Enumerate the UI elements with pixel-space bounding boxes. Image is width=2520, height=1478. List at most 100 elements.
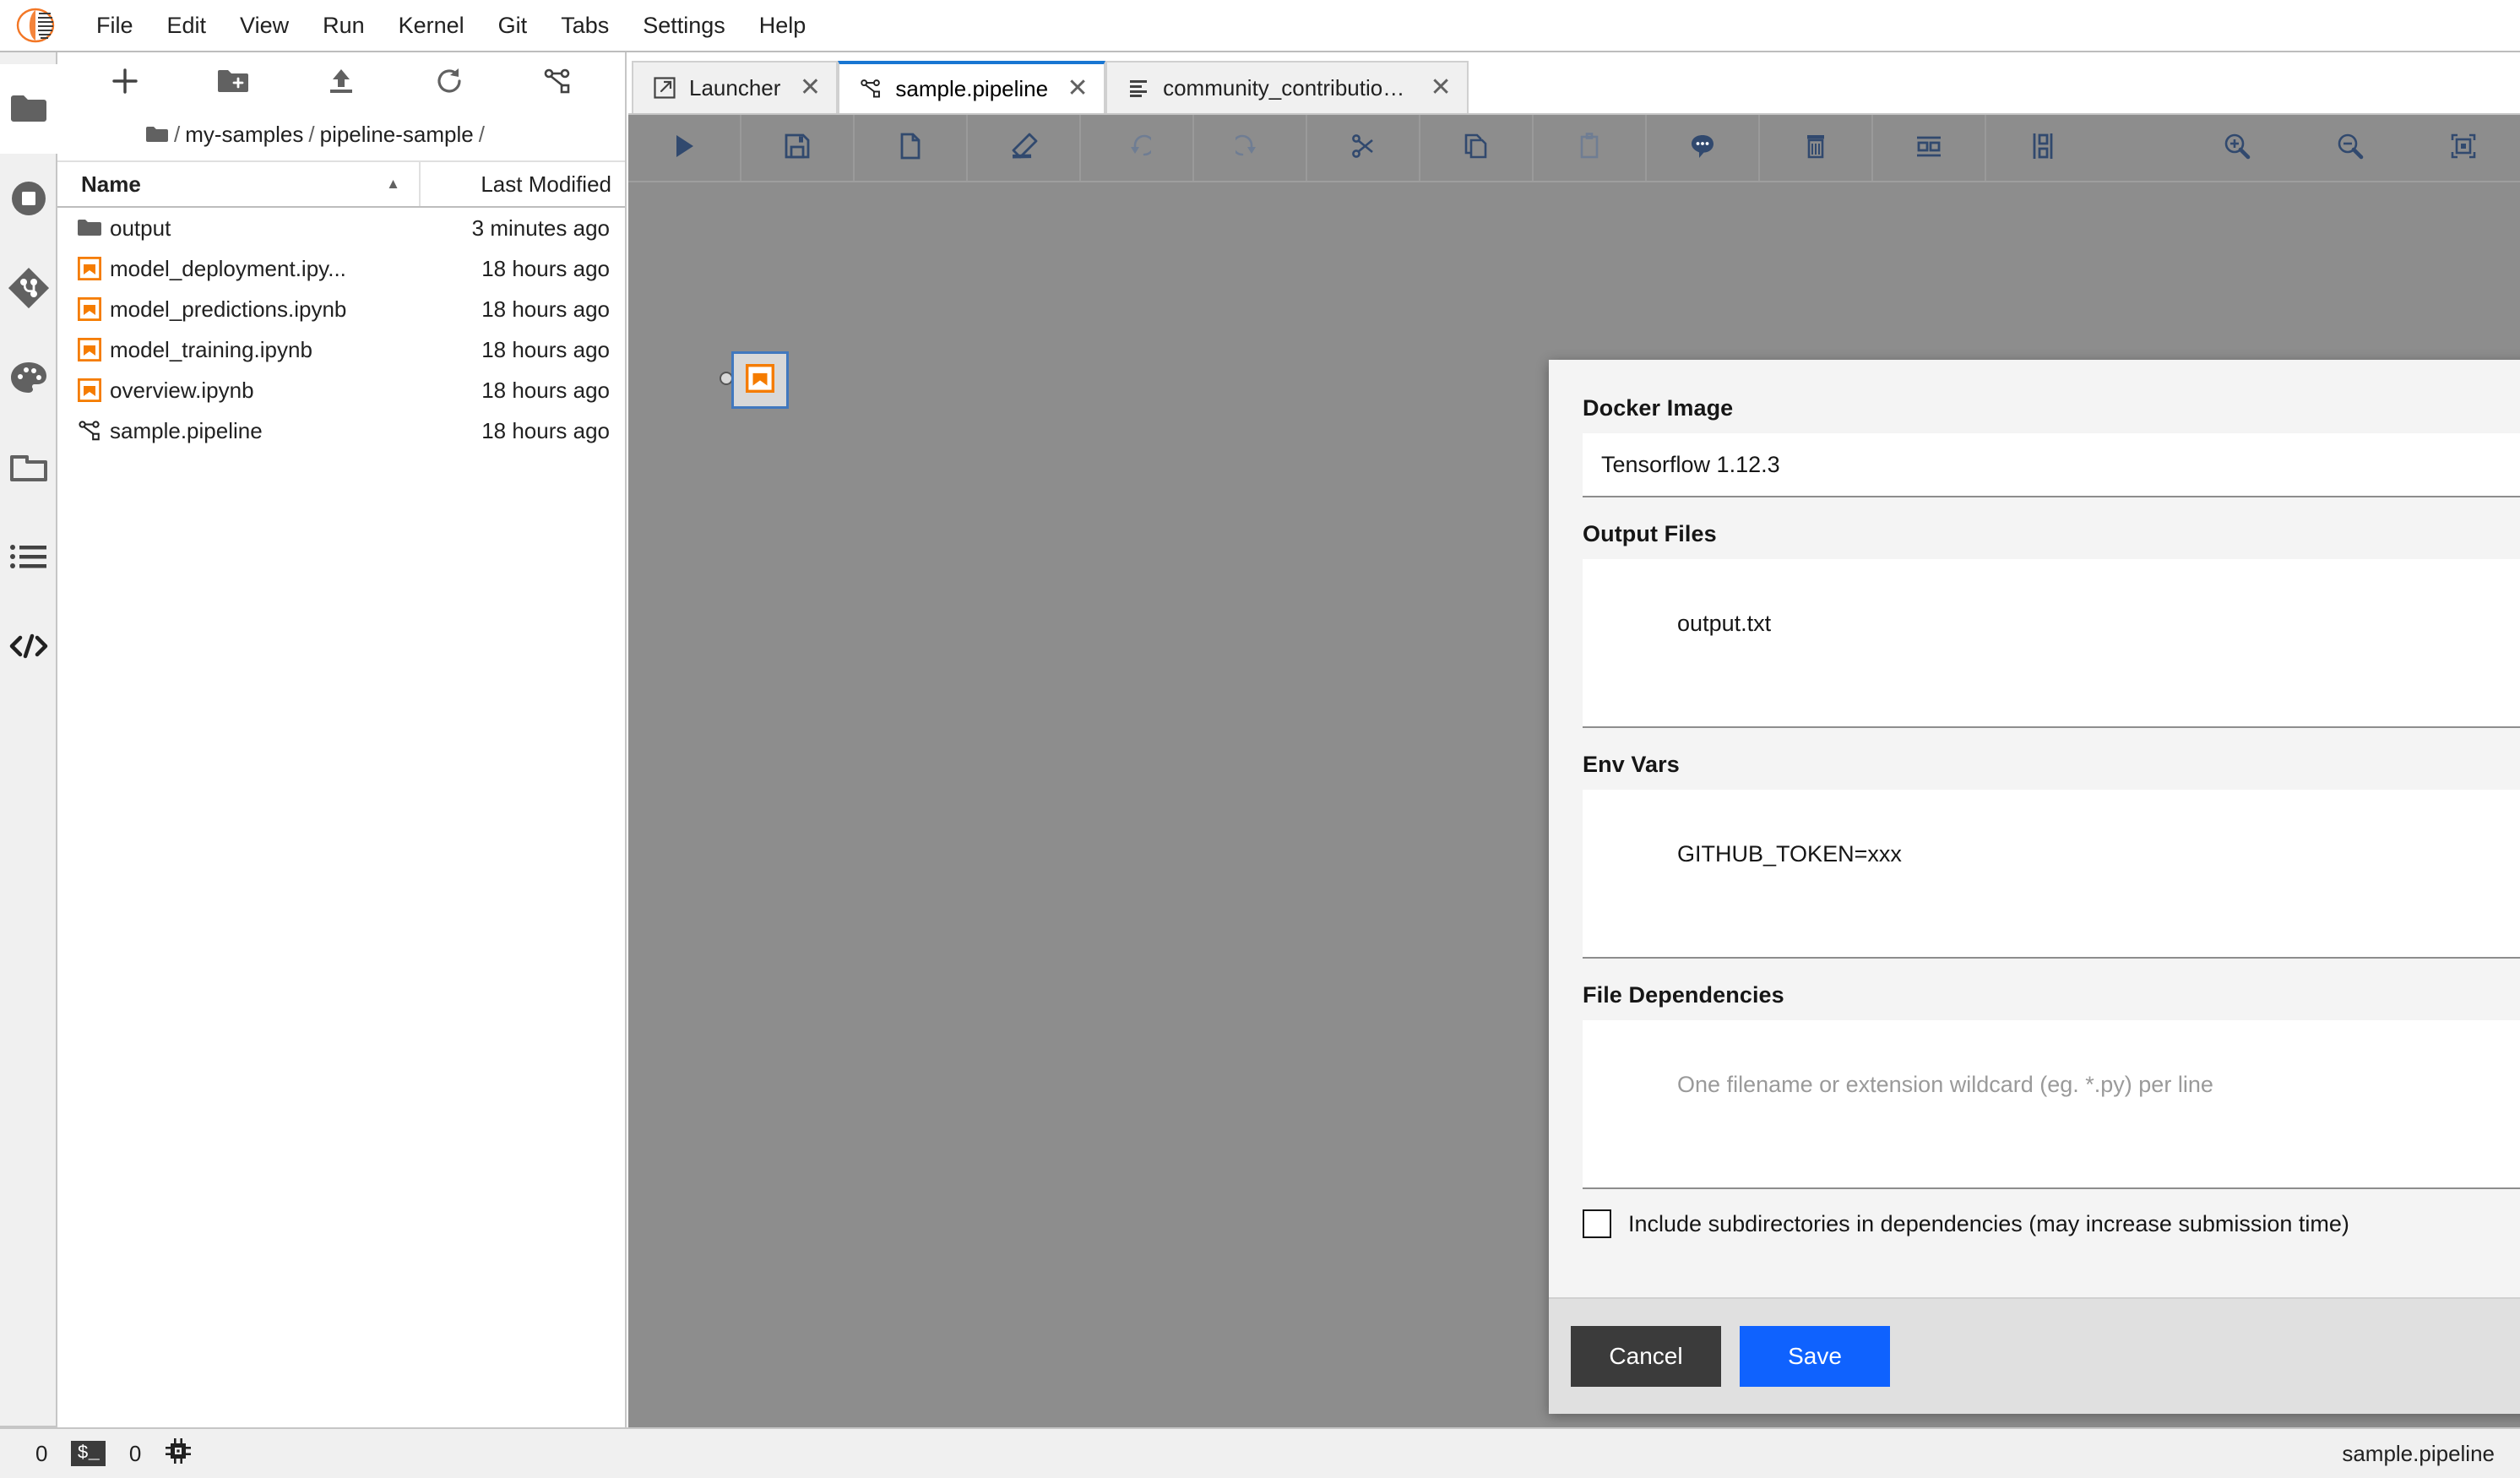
launcher-icon (654, 77, 676, 99)
eraser-icon (1008, 131, 1039, 166)
new-pipeline-button[interactable] (503, 58, 611, 107)
cancel-button[interactable]: Cancel (1571, 1326, 1721, 1387)
node-properties-dialog: Docker Image Tensorflow 1.12.3 Output Fi… (1549, 360, 2520, 1414)
save-pipeline-button[interactable] (741, 115, 855, 181)
new-folder-button[interactable] (179, 58, 287, 107)
terminal-count[interactable]: 0 (117, 1433, 153, 1474)
zoom-in-icon (2223, 132, 2251, 165)
jupyter-logo-icon (12, 8, 59, 43)
breadcrumb-separator: / (308, 121, 315, 147)
breadcrumb-separator: / (174, 121, 181, 147)
paste-button[interactable] (1534, 115, 1647, 181)
env-vars-textarea[interactable]: GITHUB_TOKEN=xxx (1583, 790, 2520, 959)
file-list-item-model-predictions[interactable]: model_predictions.ipynb 18 hours ago (57, 289, 625, 329)
clear-pipeline-button[interactable] (968, 115, 1081, 181)
copy-button[interactable] (1420, 115, 1534, 181)
save-icon (783, 132, 812, 165)
menu-item-file[interactable]: File (79, 9, 150, 42)
close-icon[interactable]: ✕ (1430, 75, 1452, 101)
cut-button[interactable] (1307, 115, 1420, 181)
env-vars-label: Env Vars (1583, 752, 1680, 777)
refresh-file-list-button[interactable] (395, 58, 503, 107)
folder-icon (9, 93, 46, 125)
include-subdirectories-checkbox-row[interactable]: Include subdirectories in dependencies (… (1583, 1209, 2520, 1238)
tab-label: Launcher (689, 74, 781, 101)
terminal-indicator[interactable]: $_ (59, 1433, 117, 1474)
kernel-count[interactable]: 0 (24, 1433, 59, 1474)
breadcrumb-pipeline-sample[interactable]: pipeline-sample (320, 122, 474, 148)
sidebar-item-running-terminals-kernels[interactable] (0, 154, 57, 243)
output-files-label: Output Files (1583, 521, 1717, 546)
save-button[interactable]: Save (1740, 1326, 1890, 1387)
pipeline-editor: Docker Image Tensorflow 1.12.3 Output Fi… (628, 113, 2520, 1427)
column-header-last-modified[interactable]: Last Modified (419, 162, 625, 206)
menu-item-settings[interactable]: Settings (626, 9, 742, 42)
column-header-name[interactable]: Name ▲ (57, 171, 419, 198)
main-area: Launcher ✕ sample.pipeline ✕ community_c… (628, 52, 2520, 1427)
zoom-out-button[interactable] (2294, 115, 2407, 181)
pipeline-node[interactable] (731, 351, 789, 409)
arrange-vertically-button[interactable] (1986, 115, 2099, 181)
file-list-item-sample-pipeline[interactable]: sample.pipeline 18 hours ago (57, 410, 625, 451)
include-subdirectories-checkbox[interactable] (1583, 1209, 1611, 1238)
status-bar: 0 $_ 0 sample.pipeline (0, 1427, 2520, 1478)
resource-usage-indicator[interactable] (153, 1433, 204, 1474)
menu-item-kernel[interactable]: Kernel (382, 9, 481, 42)
sidebar-item-extension-manager[interactable] (0, 333, 57, 422)
menu-item-help[interactable]: Help (742, 9, 823, 42)
status-bar-current-file: sample.pipeline (2342, 1440, 2495, 1466)
delete-button[interactable] (1760, 115, 1873, 181)
file-list-item-output[interactable]: output 3 minutes ago (57, 208, 625, 248)
menu-item-tabs[interactable]: Tabs (544, 9, 626, 42)
field-env-vars: Env Vars GITHUB_TOKEN=xxx (1583, 752, 2520, 959)
tab-launcher[interactable]: Launcher ✕ (632, 61, 839, 113)
run-pipeline-button[interactable] (628, 115, 741, 181)
pipeline-icon (860, 78, 882, 100)
export-pipeline-button[interactable] (855, 115, 968, 181)
menu-item-view[interactable]: View (223, 9, 306, 42)
breadcrumb-root-folder-icon[interactable] (145, 125, 169, 144)
sidebar-item-open-tabs[interactable] (0, 422, 57, 512)
terminal-icon: $_ (71, 1440, 106, 1467)
dialog-footer: Cancel Save (1549, 1297, 2520, 1414)
cpu-chip-icon (165, 1437, 192, 1470)
tab-label: sample.pipeline (895, 75, 1049, 101)
sidebar-item-file-browser[interactable] (0, 64, 57, 154)
menu-item-run[interactable]: Run (306, 9, 382, 42)
file-dependencies-textarea[interactable]: One filename or extension wildcard (eg. … (1583, 1020, 2520, 1189)
menu-item-edit[interactable]: Edit (150, 9, 224, 42)
breadcrumb-my-samples[interactable]: my-samples (185, 122, 303, 148)
file-list: output 3 minutes ago model_deployment.ip… (57, 208, 625, 1427)
sidebar-item-code-snippets[interactable] (0, 601, 57, 691)
arrange-horizontally-button[interactable] (1873, 115, 1986, 181)
output-files-textarea[interactable]: output.txt (1583, 559, 2520, 728)
notebook-icon (57, 338, 110, 361)
add-comment-button[interactable] (1647, 115, 1760, 181)
fit-to-screen-button[interactable] (2407, 115, 2520, 181)
menu-item-git[interactable]: Git (481, 9, 545, 42)
close-icon[interactable]: ✕ (799, 75, 821, 101)
column-header-name-label: Name (81, 171, 141, 197)
zoom-out-icon (2336, 132, 2365, 165)
file-browser-panel: / my-samples / pipeline-sample / Name ▲ … (57, 52, 627, 1427)
file-list-item-model-training[interactable]: model_training.ipynb 18 hours ago (57, 329, 625, 370)
sidebar-item-git[interactable] (0, 243, 57, 333)
file-list-item-overview[interactable]: overview.ipynb 18 hours ago (57, 370, 625, 410)
upload-files-button[interactable] (287, 58, 395, 107)
sidebar-item-table-of-contents[interactable] (0, 512, 57, 601)
output-files-value: output.txt (1677, 611, 1772, 637)
undo-button[interactable] (1081, 115, 1194, 181)
close-icon[interactable]: ✕ (1067, 76, 1089, 101)
tab-community-contributions[interactable]: community_contributions.( ✕ (1105, 61, 1469, 113)
clipboard-icon (1575, 132, 1604, 165)
file-name: output (110, 215, 171, 241)
undo-icon (1122, 132, 1155, 165)
tab-sample-pipeline[interactable]: sample.pipeline ✕ (838, 61, 1106, 113)
file-modified: 18 hours ago (481, 377, 610, 403)
zoom-in-button[interactable] (2181, 115, 2294, 181)
folder-icon (57, 218, 110, 238)
file-list-item-model-deployment[interactable]: model_deployment.ipy... 18 hours ago (57, 248, 625, 289)
new-launcher-button[interactable] (71, 58, 179, 107)
redo-button[interactable] (1194, 115, 1307, 181)
docker-image-select[interactable]: Tensorflow 1.12.3 (1583, 433, 2520, 497)
